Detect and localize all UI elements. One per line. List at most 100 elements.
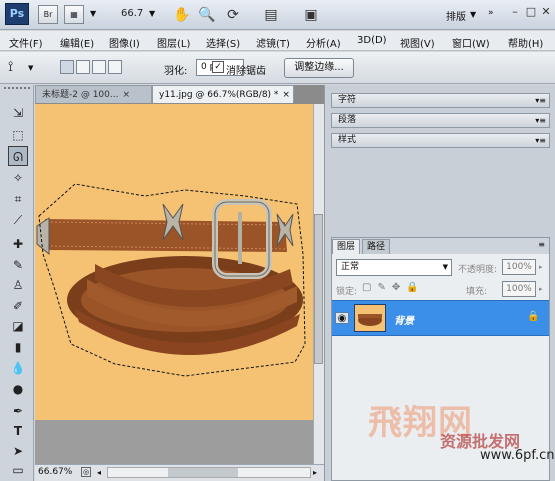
type-tool-icon[interactable]: T (8, 421, 28, 441)
close-icon[interactable]: ✕ (539, 5, 553, 19)
shape-tool-icon[interactable]: ▭ (8, 460, 28, 480)
zoom-level[interactable]: 66.7 (121, 8, 143, 19)
workspace-dropdown-icon[interactable]: ▼ (470, 10, 476, 19)
screen-mode-icon[interactable]: ▣ (300, 4, 322, 26)
lock-options-icons[interactable]: ▢✎✥🔒 (362, 282, 425, 293)
panel-menu-icon[interactable]: ≡ (538, 240, 545, 249)
vertical-scrollbar[interactable] (313, 104, 324, 464)
tab-layers[interactable]: 图层 (332, 239, 361, 254)
lock-label: 锁定: (336, 287, 358, 297)
pasteboard (35, 420, 313, 464)
panel-menu-icon[interactable]: ▾≡ (535, 114, 546, 127)
rotate-view-icon[interactable]: ⟳ (222, 4, 244, 26)
menu-3d[interactable]: 3D(D) (357, 35, 387, 46)
path-selection-tool-icon[interactable]: ➤ (8, 441, 28, 461)
menu-image[interactable]: 图像(I) (109, 35, 140, 50)
move-tool-icon[interactable]: ⇲ (8, 103, 28, 123)
menu-analysis[interactable]: 分析(A) (306, 35, 341, 50)
panel-menu-icon[interactable]: ▾≡ (535, 134, 546, 147)
add-selection-icon[interactable] (76, 60, 90, 74)
menu-help[interactable]: 帮助(H) (508, 35, 543, 50)
horizontal-scrollbar[interactable] (107, 467, 311, 478)
feather-label: 羽化: (164, 66, 188, 77)
menu-filter[interactable]: 滤镜(T) (256, 35, 290, 50)
brush-tool-icon[interactable]: ✎ (8, 255, 28, 275)
layers-panel-tabs: 图层 路径 ≡ (332, 238, 549, 254)
pen-tool-icon[interactable]: ✒ (8, 401, 28, 421)
restore-icon[interactable]: □ (524, 5, 538, 19)
panel-title: 字符 (338, 95, 357, 105)
history-brush-tool-icon[interactable]: ✐ (8, 296, 28, 316)
lasso-preset-icon[interactable]: ⟟ (8, 59, 13, 75)
image-canvas[interactable] (35, 104, 313, 420)
info-icon[interactable]: ◎ (81, 467, 91, 477)
zoom-icon[interactable]: 🔍 (196, 4, 218, 26)
layer-thumbnail (354, 304, 386, 332)
layer-name[interactable]: 背景 (394, 312, 414, 327)
gradient-tool-icon[interactable]: ▮ (8, 337, 28, 357)
crop-tool-icon[interactable]: ⌗ (8, 189, 28, 209)
character-panel-header[interactable]: 字符 ▾≡ (331, 93, 550, 108)
zoom-dropdown-icon[interactable]: ▼ (149, 9, 155, 18)
preset-dropdown-icon[interactable]: ▼ (28, 64, 33, 72)
close-tab-icon[interactable]: × (282, 90, 290, 100)
intersect-selection-icon[interactable] (108, 60, 122, 74)
workspace-switcher[interactable]: 排版 (446, 8, 466, 23)
menu-edit[interactable]: 编辑(E) (60, 35, 94, 50)
tab-y11[interactable]: y11.jpg @ 66.7%(RGB/8) * × (152, 85, 294, 103)
new-selection-icon[interactable] (60, 60, 74, 74)
scroll-left-icon[interactable]: ◂ (97, 468, 101, 477)
magic-wand-tool-icon[interactable]: ✧ (8, 168, 28, 188)
scroll-right-icon[interactable]: ▸ (313, 468, 317, 477)
eraser-tool-icon[interactable]: ◪ (8, 316, 28, 336)
eyedropper-tool-icon[interactable]: ⟋ (8, 210, 28, 230)
blend-mode-select[interactable]: 正常 ▼ (336, 259, 452, 276)
chevron-down-icon: ▼ (442, 263, 448, 271)
minimize-icon[interactable]: – (508, 5, 522, 19)
status-bar: 66.67% ◎ ◂ ▸ (35, 464, 324, 481)
fill-field[interactable]: 100% (502, 281, 536, 297)
fill-dropdown-icon[interactable]: ▸ (539, 285, 543, 293)
close-tab-icon[interactable]: × (122, 90, 130, 100)
clone-stamp-tool-icon[interactable]: ♙ (8, 275, 28, 295)
panel-title: 样式 (338, 135, 357, 145)
tab-paths[interactable]: 路径 (362, 239, 391, 254)
scroll-thumb[interactable] (314, 214, 323, 364)
menu-select[interactable]: 选择(S) (206, 35, 240, 50)
status-zoom[interactable]: 66.67% (38, 467, 72, 477)
styles-panel-header[interactable]: 样式 ▾≡ (331, 133, 550, 148)
antialias-checkbox[interactable]: ✓ (212, 61, 224, 73)
tools-panel: ⇲ ⬚ ᘏ ✧ ⌗ ⟋ ✚ ✎ ♙ ✐ ◪ ▮ 💧 ● ✒ T ➤ ▭ (0, 85, 34, 481)
opacity-field[interactable]: 100% (502, 259, 536, 275)
paragraph-panel-header[interactable]: 段落 ▾≡ (331, 113, 550, 128)
subtract-selection-icon[interactable] (92, 60, 106, 74)
menu-file[interactable]: 文件(F) (9, 35, 43, 50)
photoshop-logo: Ps (5, 3, 29, 25)
expand-icon[interactable]: » (488, 8, 494, 18)
opacity-dropdown-icon[interactable]: ▸ (539, 263, 543, 271)
bridge-button[interactable]: Br (38, 5, 58, 24)
menu-view[interactable]: 视图(V) (400, 35, 435, 50)
menu-layer[interactable]: 图层(L) (157, 35, 190, 50)
hand-icon[interactable]: ✋ (171, 4, 193, 26)
refine-edge-button[interactable]: 调整边缘... (284, 58, 354, 78)
fill-label: 填充: (466, 287, 488, 297)
panel-menu-icon[interactable]: ▾≡ (535, 94, 546, 107)
antialias-label: 消除锯齿 (226, 66, 266, 77)
blur-tool-icon[interactable]: 💧 (8, 358, 28, 378)
layer-row-background[interactable]: ◉ 背景 🔒 (332, 300, 549, 336)
healing-brush-tool-icon[interactable]: ✚ (8, 234, 28, 254)
opacity-label: 不透明度: (458, 265, 498, 275)
arrange-documents-icon[interactable]: ▤ (260, 4, 282, 26)
dodge-tool-icon[interactable]: ● (8, 379, 28, 399)
belt-image (36, 183, 306, 377)
tab-untitled-2[interactable]: 未标题-2 @ 100... × (35, 85, 152, 103)
dropdown-arrow-icon[interactable]: ▼ (90, 9, 96, 18)
marquee-tool-icon[interactable]: ⬚ (8, 125, 28, 145)
mini-bridge-button[interactable]: ▦ (64, 5, 84, 24)
panel-grip[interactable] (4, 87, 30, 92)
menu-window[interactable]: 窗口(W) (452, 35, 490, 50)
eye-icon[interactable]: ◉ (335, 312, 349, 324)
lasso-tool-icon[interactable]: ᘏ (8, 146, 28, 166)
scroll-thumb[interactable] (168, 468, 238, 477)
